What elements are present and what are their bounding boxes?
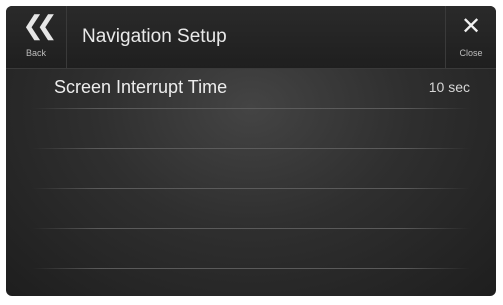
navigation-setup-screen: ❮❮ Back Navigation Setup ✕ Close Screen … <box>6 6 496 296</box>
row-divider <box>32 268 470 269</box>
row-divider <box>32 188 470 189</box>
back-button[interactable]: ❮❮ Back <box>6 6 67 68</box>
page-title: Navigation Setup <box>82 26 227 47</box>
setting-value: 10 sec <box>428 79 470 95</box>
row-divider <box>32 148 470 149</box>
row-divider <box>32 228 470 229</box>
close-button[interactable]: ✕ Close <box>445 6 496 68</box>
close-label: Close <box>459 48 483 58</box>
double-chevron-left-icon: ❮❮ <box>22 10 58 40</box>
setting-row-screen-interrupt-time[interactable]: Screen Interrupt Time 10 sec <box>32 68 470 108</box>
close-icon: ✕ <box>460 13 482 40</box>
header-bar: ❮❮ Back Navigation Setup ✕ Close <box>6 6 496 69</box>
back-label: Back <box>25 48 46 58</box>
setting-label: Screen Interrupt Time <box>54 77 228 97</box>
row-divider <box>32 108 470 109</box>
